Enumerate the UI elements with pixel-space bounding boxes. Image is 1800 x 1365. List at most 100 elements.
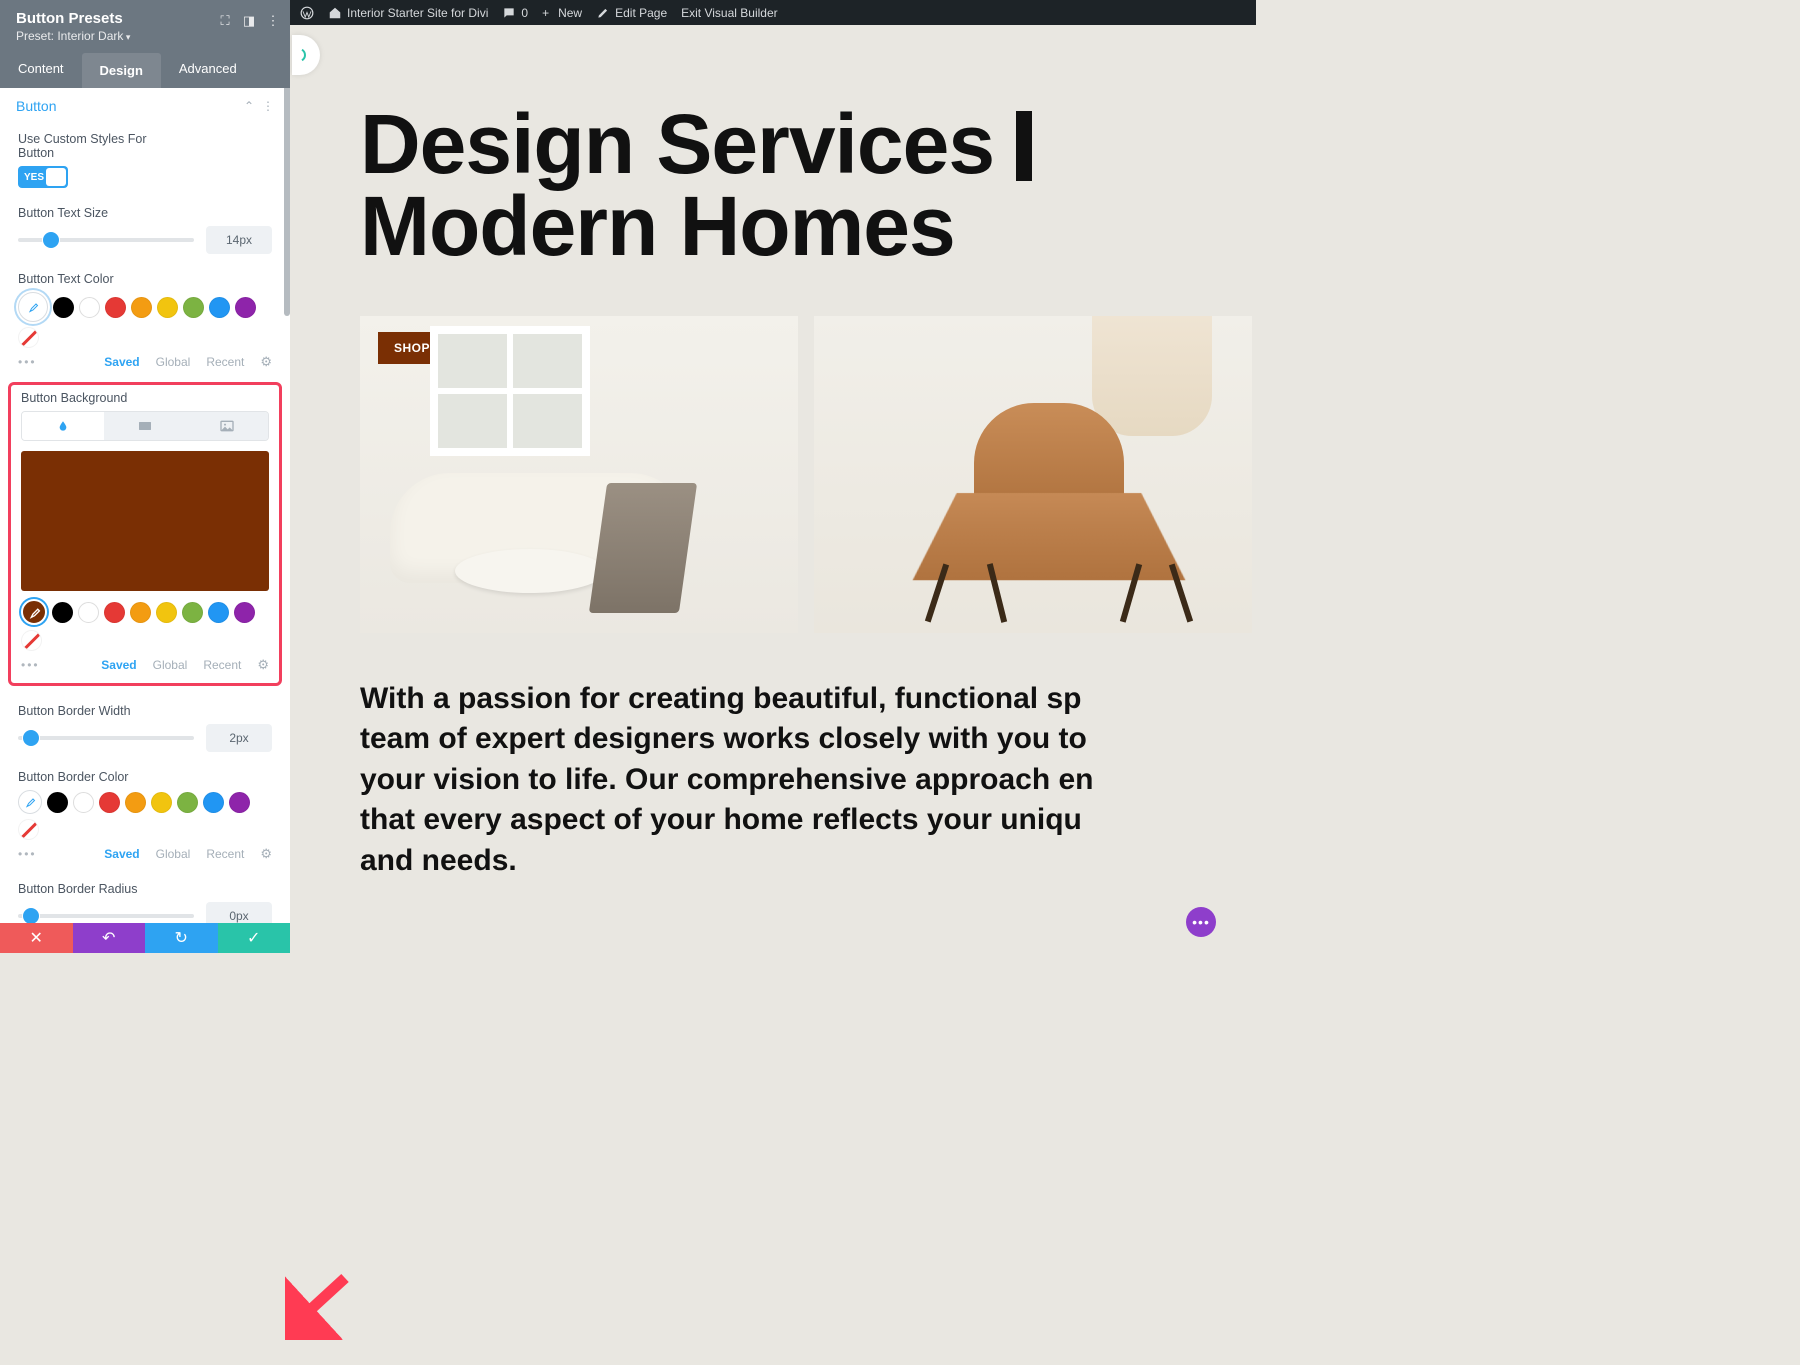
swatch-white[interactable] [78,602,99,623]
hero-heading: Design Services Modern Homes [360,103,1256,268]
bg-label: Button Background [21,391,269,405]
swatch-selected-brown[interactable] [21,599,47,625]
tab-content[interactable]: Content [0,51,82,88]
wp-edit-page[interactable]: Edit Page [596,6,667,20]
border-width-label: Button Border Width [18,704,272,718]
use-custom-label: Use Custom Styles For Button [18,132,148,160]
swatch-purple[interactable] [235,297,256,318]
visual-builder-toggle[interactable] [292,35,320,75]
swatch-black[interactable] [52,602,73,623]
swatch-yellow[interactable] [157,297,178,318]
swatch-green[interactable] [183,297,204,318]
swatch-purple[interactable] [229,792,250,813]
wp-comments[interactable]: 0 [502,6,528,20]
swatch-green[interactable] [182,602,203,623]
swatch-yellow[interactable] [151,792,172,813]
swatch-none[interactable] [18,327,39,348]
palette-settings-icon[interactable]: ⚙ [260,354,272,370]
swatch-yellow[interactable] [156,602,177,623]
palette-global[interactable]: Global [156,847,191,861]
color-picker-icon[interactable] [18,292,48,322]
use-custom-toggle[interactable]: YES [18,166,68,188]
bg-color-palette [21,599,269,651]
more-dots[interactable]: ••• [18,847,37,861]
wp-site-link[interactable]: Interior Starter Site for Divi [328,6,488,20]
preset-dropdown[interactable]: Preset: Interior Dark [16,29,274,43]
border-color-label: Button Border Color [18,770,272,784]
palette-settings-icon[interactable]: ⚙ [260,846,272,862]
bg-tab-image[interactable] [186,412,268,440]
bg-type-tabs [21,411,269,441]
palette-settings-icon[interactable]: ⚙ [257,657,269,673]
swatch-none[interactable] [21,630,42,651]
section-more-icon[interactable]: ⋮ [262,99,274,113]
swatch-green[interactable] [177,792,198,813]
arrow-annotation-icon [285,1270,355,1340]
bg-tab-color[interactable] [22,412,104,440]
border-width-value[interactable]: 2px [206,724,272,752]
redo-button[interactable]: ↻ [145,923,218,953]
swatch-none[interactable] [18,819,39,840]
section-title[interactable]: Button [16,98,56,114]
palette-global[interactable]: Global [153,658,188,672]
more-dots[interactable]: ••• [21,658,40,672]
swatch-red[interactable] [99,792,120,813]
undo-button[interactable]: ↶ [73,923,146,953]
swatch-black[interactable] [53,297,74,318]
swatch-black[interactable] [47,792,68,813]
wp-admin-bar: Interior Starter Site for Divi 0 +New Ed… [290,0,1256,25]
swatch-red[interactable] [104,602,125,623]
bg-preview[interactable] [21,451,269,591]
bg-tab-gradient[interactable] [104,412,186,440]
tab-advanced[interactable]: Advanced [161,51,255,88]
image-row: SHOP ONLINE [360,316,1256,633]
border-width-slider[interactable] [18,736,194,740]
page-canvas: Interior Starter Site for Divi 0 +New Ed… [290,0,1256,953]
sidebar-body: Button ⌃ ⋮ Use Custom Styles For Button … [0,88,290,953]
text-color-label: Button Text Color [18,272,272,286]
more-icon[interactable]: ⋮ [264,12,282,30]
border-color-palette [18,790,272,840]
palette-saved[interactable]: Saved [101,658,136,672]
palette-recent[interactable]: Recent [203,658,241,672]
border-radius-label: Button Border Radius [18,882,272,896]
palette-saved[interactable]: Saved [104,847,139,861]
expand-icon[interactable]: ⛶ [216,12,234,30]
palette-recent[interactable]: Recent [206,355,244,369]
more-dots[interactable]: ••• [18,355,37,369]
text-size-value[interactable]: 14px [206,226,272,254]
builder-fab[interactable]: ••• [1186,907,1216,937]
swatch-orange[interactable] [131,297,152,318]
swatch-white[interactable] [73,792,94,813]
swatch-purple[interactable] [234,602,255,623]
wp-exit-builder[interactable]: Exit Visual Builder [681,6,778,20]
settings-sidebar: Button Presets Preset: Interior Dark ⛶ ◨… [0,0,290,953]
sidebar-tabs: Content Design Advanced [0,51,290,88]
swatch-orange[interactable] [125,792,146,813]
swatch-orange[interactable] [130,602,151,623]
border-radius-slider[interactable] [18,914,194,918]
swatch-blue[interactable] [209,297,230,318]
action-bar: ✕ ↶ ↻ ✓ [0,923,290,953]
wp-logo-icon[interactable] [300,6,314,20]
text-size-slider[interactable] [18,238,194,242]
save-button[interactable]: ✓ [218,923,291,953]
swatch-blue[interactable] [203,792,224,813]
palette-recent[interactable]: Recent [206,847,244,861]
tab-design[interactable]: Design [82,53,161,88]
swatch-white[interactable] [79,297,100,318]
hero-image-2 [814,316,1252,633]
color-picker-icon[interactable] [18,790,42,814]
text-color-palette [18,292,272,348]
palette-global[interactable]: Global [156,355,191,369]
swatch-red[interactable] [105,297,126,318]
dock-icon[interactable]: ◨ [240,12,258,30]
wp-new[interactable]: +New [542,6,582,20]
hero-image-1: SHOP ONLINE [360,316,798,633]
text-size-label: Button Text Size [18,206,272,220]
discard-button[interactable]: ✕ [0,923,73,953]
body-paragraph: With a passion for creating beautiful, f… [360,679,1256,882]
palette-saved[interactable]: Saved [104,355,139,369]
collapse-icon[interactable]: ⌃ [244,99,254,113]
swatch-blue[interactable] [208,602,229,623]
